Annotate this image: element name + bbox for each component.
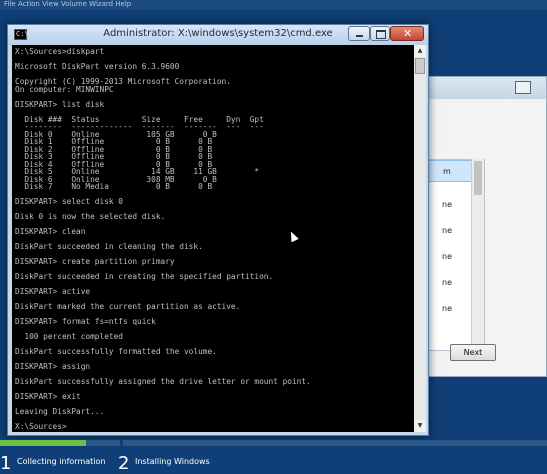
progress-completed-segment	[0, 440, 86, 446]
cmd-window: C:\ Administrator: X:\windows\system32\c…	[7, 24, 429, 436]
close-button[interactable]: ✕	[390, 26, 424, 41]
cmd-titlebar[interactable]: C:\ Administrator: X:\windows\system32\c…	[8, 25, 428, 45]
wizard-maximize-button[interactable]	[515, 81, 531, 94]
maximize-icon	[376, 30, 386, 39]
step-number: 1	[0, 453, 12, 474]
progress-divider	[120, 440, 123, 446]
maximize-button[interactable]	[370, 26, 390, 41]
wizard-titlebar	[415, 77, 546, 99]
scroll-up-icon[interactable]: ▲	[414, 45, 426, 57]
console-text: X:\Sources>diskpart Microsoft DiskPart v…	[15, 47, 311, 431]
next-button[interactable]: Next	[450, 344, 496, 361]
scroll-thumb[interactable]	[415, 58, 425, 74]
wizard-scroll-thumb[interactable]	[474, 161, 482, 195]
step-label: Collecting information	[17, 457, 106, 466]
scroll-down-icon[interactable]: ▼	[414, 420, 426, 432]
setup-wizard-window: m ne ne ne ne ne	[414, 76, 547, 377]
minimize-icon	[356, 35, 363, 37]
console-output[interactable]: X:\Sources>diskpart Microsoft DiskPart v…	[12, 45, 414, 432]
wizard-list-scrollbar[interactable]	[471, 159, 484, 349]
close-icon: ✕	[403, 27, 413, 40]
step-number: 2	[118, 453, 130, 474]
step-label: Installing Windows	[135, 457, 210, 466]
minimize-button[interactable]	[348, 26, 370, 41]
setup-progress-bar	[0, 440, 547, 446]
background-menu-strip: File Action View Volume Wizard Help	[0, 0, 547, 10]
console-scrollbar[interactable]: ▲ ▼	[414, 45, 426, 432]
